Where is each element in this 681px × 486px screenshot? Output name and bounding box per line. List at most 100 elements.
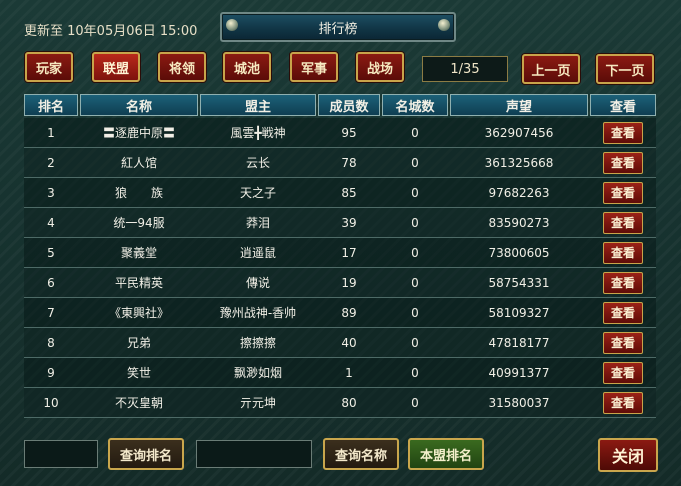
col-view-header: 查看: [590, 94, 656, 116]
table-row: 3 狼 族 天之子 85 0 97682263 查看: [24, 178, 656, 208]
cell-fame: 40991377: [488, 365, 550, 380]
cell-fame: 361325668: [484, 155, 554, 170]
cell-name: 不灭皇朝: [114, 396, 163, 410]
table-row: 1 〓逐鹿中原〓 風雲╋戦神 95 0 362907456 查看: [24, 118, 656, 148]
cell-leader: 豫州战神-香帅: [219, 306, 297, 320]
cell-cities: 0: [411, 245, 419, 260]
cell-fame: 47818177: [488, 335, 550, 350]
cell-leader: 亓元坤: [239, 396, 276, 410]
cell-cities: 0: [411, 155, 419, 170]
cell-name: 狼 族: [114, 186, 163, 200]
cell-fame: 362907456: [484, 125, 554, 140]
rank-input[interactable]: [24, 440, 98, 468]
cell-rank: 8: [47, 335, 55, 350]
cell-view: 查看: [590, 268, 656, 297]
view-button[interactable]: 查看: [603, 361, 643, 384]
cell-name: 《東興社》: [108, 306, 169, 320]
cell-rank: 2: [47, 155, 55, 170]
view-button[interactable]: 查看: [603, 271, 643, 294]
cell-fame: 97682263: [488, 185, 550, 200]
cell-view: 查看: [590, 238, 656, 267]
table-row: 9 笑世 飘渺如烟 1 0 40991377 查看: [24, 358, 656, 388]
col-cities-header: 名城数: [382, 94, 448, 116]
prev-page-button[interactable]: 上一页: [522, 54, 580, 84]
title-bar: 排行榜: [220, 12, 456, 42]
cell-leader: 云长: [245, 156, 270, 170]
cell-view: 查看: [590, 118, 656, 147]
cell-leader: 擦擦擦: [239, 336, 276, 350]
cell-members: 40: [341, 335, 357, 350]
cell-view: 查看: [590, 298, 656, 327]
cell-fame: 31580037: [488, 395, 550, 410]
view-button[interactable]: 查看: [603, 151, 643, 174]
tab-battlefield[interactable]: 战场: [356, 52, 404, 82]
cell-cities: 0: [411, 335, 419, 350]
cell-rank: 9: [47, 365, 55, 380]
cell-rank: 1: [47, 125, 55, 140]
cell-members: 39: [341, 215, 357, 230]
view-button[interactable]: 查看: [603, 241, 643, 264]
cell-cities: 0: [411, 365, 419, 380]
cell-fame: 83590273: [488, 215, 550, 230]
cell-name: 平民精英: [114, 276, 163, 290]
cell-cities: 0: [411, 305, 419, 320]
gem-icon: [438, 19, 450, 31]
cell-members: 95: [341, 125, 357, 140]
name-input[interactable]: [196, 440, 312, 468]
page-indicator: 1/35: [422, 56, 508, 82]
tab-alliance[interactable]: 联盟: [92, 52, 140, 82]
cell-leader: 傳说: [245, 276, 270, 290]
table-row: 4 统一94服 莽泪 39 0 83590273 查看: [24, 208, 656, 238]
view-button[interactable]: 查看: [603, 331, 643, 354]
tab-cities[interactable]: 城池: [223, 52, 271, 82]
cell-fame: 58754331: [488, 275, 550, 290]
col-fame-header: 声望: [450, 94, 588, 116]
cell-cities: 0: [411, 125, 419, 140]
table-row: 5 聚義堂 逍遥鼠 17 0 73800605 查看: [24, 238, 656, 268]
view-button[interactable]: 查看: [603, 301, 643, 324]
query-rank-button[interactable]: 查询排名: [108, 438, 184, 470]
cell-members: 78: [341, 155, 357, 170]
cell-members: 17: [341, 245, 357, 260]
view-button[interactable]: 查看: [603, 391, 643, 414]
cell-rank: 3: [47, 185, 55, 200]
cell-view: 查看: [590, 388, 656, 417]
my-alliance-rank-button[interactable]: 本盟排名: [408, 438, 484, 470]
cell-view: 查看: [590, 178, 656, 207]
cell-view: 查看: [590, 328, 656, 357]
cell-name: 笑世: [126, 366, 151, 380]
cell-name: 〓逐鹿中原〓: [102, 126, 175, 140]
cell-members: 85: [341, 185, 357, 200]
cell-members: 19: [341, 275, 357, 290]
tab-military[interactable]: 军事: [290, 52, 338, 82]
col-members-header: 成员数: [318, 94, 380, 116]
cell-leader: 天之子: [239, 186, 276, 200]
cell-name: 兄弟: [126, 336, 151, 350]
cell-fame: 73800605: [488, 245, 550, 260]
cell-cities: 0: [411, 275, 419, 290]
table-row: 10 不灭皇朝 亓元坤 80 0 31580037 查看: [24, 388, 656, 418]
view-button[interactable]: 查看: [603, 181, 643, 204]
table-row: 7 《東興社》 豫州战神-香帅 89 0 58109327 查看: [24, 298, 656, 328]
next-page-button[interactable]: 下一页: [596, 54, 654, 84]
close-button[interactable]: 关闭: [598, 438, 658, 472]
cell-view: 查看: [590, 208, 656, 237]
tab-generals[interactable]: 将领: [158, 52, 206, 82]
cell-leader: 逍遥鼠: [239, 246, 276, 260]
cell-rank: 4: [47, 215, 55, 230]
cell-view: 查看: [590, 148, 656, 177]
tab-players[interactable]: 玩家: [25, 52, 73, 82]
cell-fame: 58109327: [488, 305, 550, 320]
view-button[interactable]: 查看: [603, 121, 643, 144]
col-name-header: 名称: [80, 94, 198, 116]
update-time: 更新至 10年05月06日 15:00: [24, 24, 198, 39]
cell-rank: 5: [47, 245, 55, 260]
table-row: 8 兄弟 擦擦擦 40 0 47818177 查看: [24, 328, 656, 358]
query-name-button[interactable]: 查询名称: [323, 438, 399, 470]
table-row: 2 紅人馆 云长 78 0 361325668 查看: [24, 148, 656, 178]
cell-members: 89: [341, 305, 357, 320]
col-leader-header: 盟主: [200, 94, 316, 116]
cell-cities: 0: [411, 185, 419, 200]
cell-members: 1: [345, 365, 353, 380]
view-button[interactable]: 查看: [603, 211, 643, 234]
